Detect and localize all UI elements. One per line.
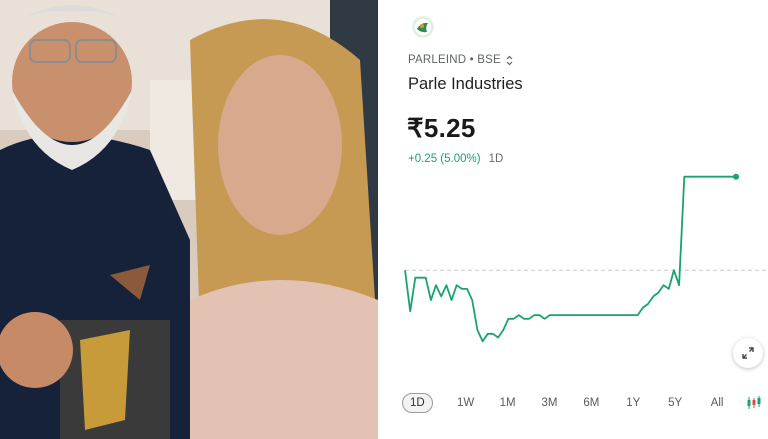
range-1y[interactable]: 1Y (612, 397, 654, 409)
expand-icon (742, 347, 754, 359)
photo-illustration (0, 0, 378, 439)
range-5y[interactable]: 5Y (654, 397, 696, 409)
company-logo-icon (412, 16, 434, 38)
photo (0, 0, 378, 439)
range-1d[interactable]: 1D (402, 393, 433, 413)
range-all[interactable]: All (696, 397, 738, 409)
range-1m[interactable]: 1M (487, 397, 529, 409)
last-price-point (733, 173, 739, 180)
candlestick-toggle-button[interactable] (746, 396, 762, 410)
range-6m[interactable]: 6M (570, 397, 612, 409)
time-range-selector: 1D 1W 1M 3M 6M 1Y 5Y All (402, 392, 762, 414)
stock-panel: PARLEIND • BSE Parle Industries ₹5.25 +0… (378, 0, 768, 439)
ticker-label: PARLEIND • BSE (408, 54, 501, 66)
range-3m[interactable]: 3M (529, 397, 571, 409)
range-1w[interactable]: 1W (445, 397, 487, 409)
company-name: Parle Industries (408, 75, 523, 93)
swap-exchange-icon (506, 55, 513, 65)
ticker-exchange[interactable]: PARLEIND • BSE (408, 54, 514, 66)
stock-price: ₹5.25 (407, 113, 476, 143)
price-chart[interactable] (378, 150, 768, 350)
candlestick-icon (747, 396, 761, 409)
price-series-line (404, 175, 736, 343)
expand-chart-button[interactable] (733, 338, 763, 368)
